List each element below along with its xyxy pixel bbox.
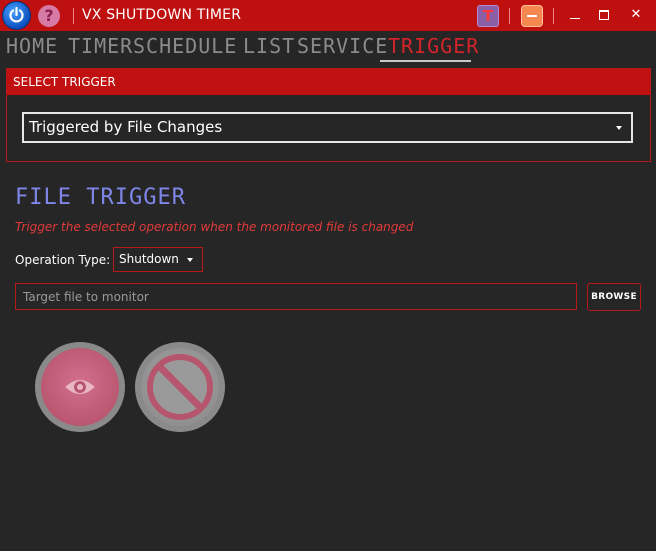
close-button[interactable]: ✕ <box>626 5 646 25</box>
select-trigger-panel: SELECT TRIGGER Triggered by File Changes <box>6 68 651 162</box>
menu-trigger[interactable]: TRIGGER <box>388 33 479 60</box>
chevron-down-icon <box>616 126 622 130</box>
stop-icon <box>147 354 213 420</box>
app-title: VX SHUTDOWN TIMER <box>82 7 242 23</box>
power-icon[interactable] <box>2 1 31 30</box>
compact-mode-icon[interactable] <box>521 5 543 27</box>
operation-type-value: Shutdown <box>119 252 179 266</box>
title-bar: ? VX SHUTDOWN TIMER T ✕ <box>0 0 656 31</box>
start-monitoring-button[interactable] <box>35 342 125 432</box>
help-icon[interactable]: ? <box>38 5 60 27</box>
title-separator <box>73 8 74 24</box>
t-icon[interactable]: T <box>477 5 499 27</box>
maximize-button[interactable] <box>594 5 614 25</box>
trigger-type-value: Triggered by File Changes <box>29 118 223 136</box>
minimize-button[interactable] <box>565 5 585 25</box>
stop-monitoring-button[interactable] <box>135 342 225 432</box>
browse-button[interactable]: BROWSE <box>587 283 641 311</box>
active-tab-underline <box>380 60 471 62</box>
menu-schedule[interactable]: SCHEDULE <box>133 33 237 60</box>
menu-service[interactable]: SERVICE <box>297 33 388 60</box>
target-file-input[interactable] <box>15 283 577 310</box>
operation-type-label: Operation Type: <box>15 253 111 267</box>
menu-list[interactable]: LIST <box>243 33 295 60</box>
menu-home[interactable]: HOME <box>6 33 58 60</box>
title-separator <box>553 8 554 24</box>
trigger-type-dropdown[interactable]: Triggered by File Changes <box>22 112 633 143</box>
select-trigger-header: SELECT TRIGGER <box>7 69 650 95</box>
section-description: Trigger the selected operation when the … <box>15 220 414 234</box>
eye-icon <box>65 380 95 394</box>
title-separator <box>509 8 510 24</box>
operation-type-dropdown[interactable]: Shutdown <box>113 247 203 272</box>
menu-timer[interactable]: TIMER <box>68 33 133 60</box>
main-menu: HOME TIMER SCHEDULE LIST SERVICE TRIGGER <box>0 31 656 63</box>
chevron-down-icon <box>187 258 193 262</box>
section-title: FILE TRIGGER <box>15 185 186 210</box>
